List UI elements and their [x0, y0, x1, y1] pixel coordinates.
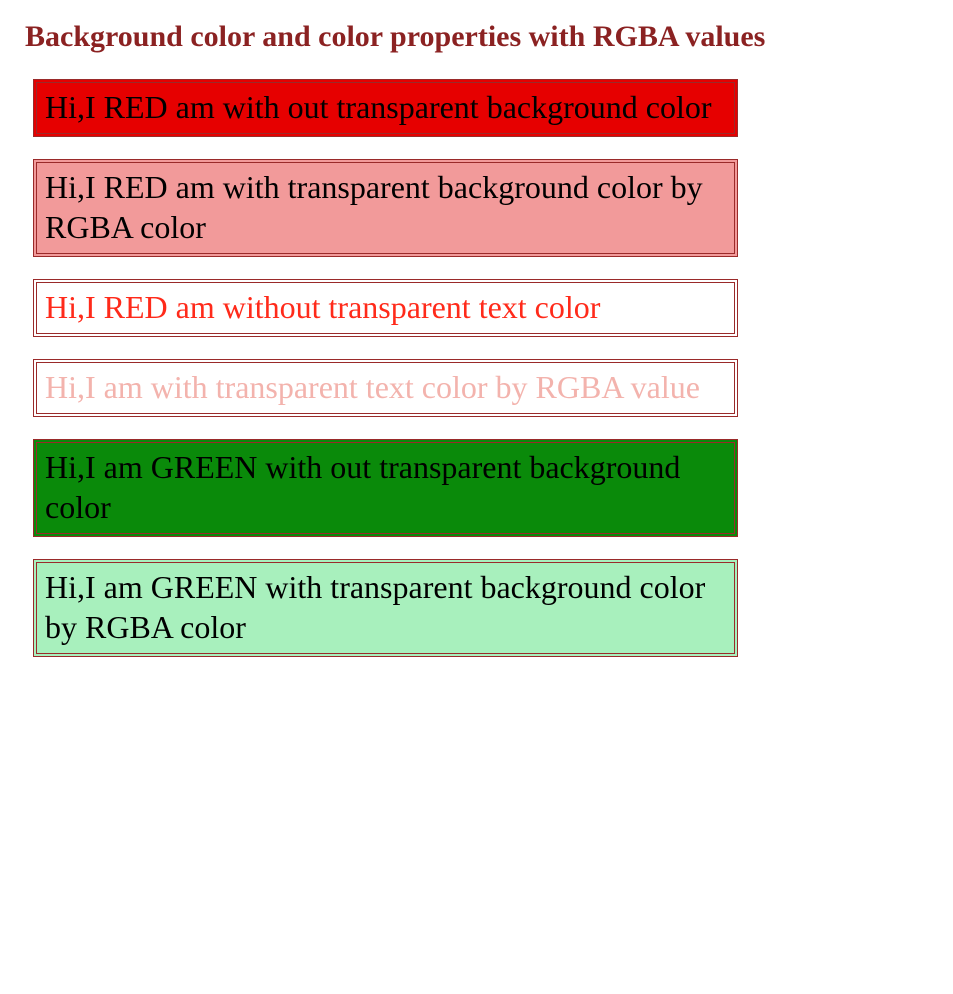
page-title: Background color and color properties wi… [25, 20, 928, 54]
demo-box-text: Hi,I am GREEN with out transparent backg… [45, 449, 680, 525]
demo-box-text: Hi,I am GREEN with transparent backgroun… [45, 569, 705, 645]
demo-box-text: Hi,I RED am with out transparent backgro… [45, 89, 712, 125]
demo-box-text: Hi,I am with transparent text color by R… [45, 369, 700, 405]
demo-box-text: Hi,I RED am without transparent text col… [45, 289, 600, 325]
demo-box-red-solid-text: Hi,I RED am without transparent text col… [33, 279, 738, 337]
demo-box-text: Hi,I RED am with transparent background … [45, 169, 703, 245]
demo-box-list: Hi,I RED am with out transparent backgro… [25, 79, 928, 657]
demo-box-green-solid-bg: Hi,I am GREEN with out transparent backg… [33, 439, 738, 537]
demo-box-green-rgba-bg: Hi,I am GREEN with transparent backgroun… [33, 559, 738, 657]
demo-box-red-rgba-bg: Hi,I RED am with transparent background … [33, 159, 738, 257]
demo-box-red-solid-bg: Hi,I RED am with out transparent backgro… [33, 79, 738, 137]
demo-box-red-rgba-text: Hi,I am with transparent text color by R… [33, 359, 738, 417]
